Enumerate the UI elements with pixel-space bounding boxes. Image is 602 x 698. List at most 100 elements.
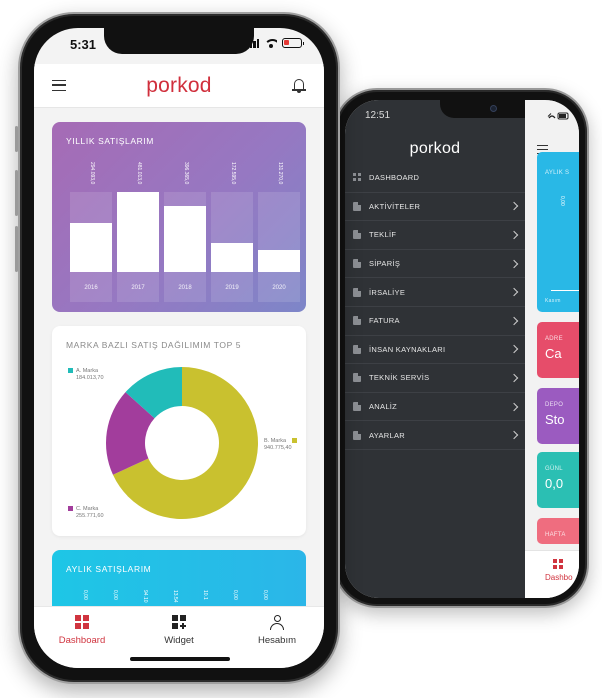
- drawer-menu-item[interactable]: İRSALİYE: [345, 278, 525, 307]
- monthly-sales-title: AYLIK SATIŞLARIM: [66, 564, 152, 574]
- drawer-menu-label: İRSALİYE: [369, 287, 406, 297]
- back-nav-label[interactable]: Dashbo: [545, 573, 573, 582]
- chevron-right-icon: [509, 316, 519, 326]
- drawer-menu-label: SİPARİŞ: [369, 259, 401, 269]
- notification-bell-icon[interactable]: [292, 78, 306, 93]
- drawer-menu-label: DASHBOARD: [369, 173, 420, 183]
- back-summary-card[interactable]: GÜNL 0,0: [537, 452, 579, 508]
- brand-distribution-card[interactable]: MARKA BAZLI SATIŞ DAĞILIMIM TOP 5 A. Mar…: [52, 326, 306, 536]
- back-summary-card[interactable]: DEPO Sto: [537, 388, 579, 444]
- top-app-bar: porkod: [34, 64, 324, 108]
- dashboard-icon: [75, 615, 89, 629]
- back-card-sub-value: 0,00: [559, 196, 565, 206]
- drawer-menu-label: AKTİVİTELER: [369, 201, 421, 211]
- camera-icon: [490, 105, 497, 112]
- legend-b: B. Marka 940.775,40: [264, 438, 297, 452]
- monthly-value-label: 10.1: [202, 590, 208, 600]
- back-phone-screen: 12:51 porkod DASHBOARD AKTİVİTELER TEKLİF S…: [345, 100, 579, 598]
- home-indicator[interactable]: [130, 657, 230, 661]
- status-icons: [246, 38, 304, 48]
- drawer-menu-item[interactable]: DASHBOARD: [345, 164, 525, 193]
- drawer-menu-label: TEKLİF: [369, 230, 397, 240]
- yearly-sales-card[interactable]: YILLIK SATIŞLARIM 294.093,0 2016 481.013,0…: [52, 122, 306, 312]
- back-dashboard-peek: AYLIK S 0,00 Kasım ADRE Ca DEPO Sto GÜNL 0,0 HAFT…: [525, 100, 579, 598]
- yearly-bar-value-label: 172.595,0: [230, 162, 236, 185]
- back-phone-frame: 12:51 porkod DASHBOARD AKTİVİTELER TEKLİF S…: [333, 88, 589, 608]
- legend-b-value: 940.775,40: [264, 444, 292, 451]
- back-summary-card[interactable]: HAFTA: [537, 518, 579, 544]
- back-summary-card[interactable]: ADRE Ca: [537, 322, 579, 378]
- yearly-bar[interactable]: [70, 223, 112, 272]
- document-icon: [353, 201, 361, 211]
- yearly-bar-value-label: 131.270,0: [277, 162, 283, 185]
- drawer-menu-label: İNSAN KAYNAKLARI: [369, 344, 446, 354]
- signal-icon: [246, 38, 259, 48]
- dashboard-icon: [553, 559, 563, 569]
- yearly-bar[interactable]: [164, 206, 206, 272]
- yearly-sales-chart: 294.093,0 2016 481.013,0 2017 396.365,0 2018 1…: [70, 162, 300, 302]
- document-icon: [353, 230, 361, 240]
- back-status-icons: [547, 112, 571, 123]
- back-summary-card[interactable]: AYLIK S 0,00 Kasım: [537, 152, 579, 312]
- drawer-menu-label: ANALİZ: [369, 402, 398, 412]
- chevron-right-icon: [509, 287, 519, 297]
- widget-add-icon: [172, 615, 186, 629]
- drawer-menu-item[interactable]: TEKLİF: [345, 221, 525, 250]
- legend-b-swatch: [291, 438, 297, 444]
- back-status-time: 12:51: [365, 110, 391, 121]
- drawer-menu-item[interactable]: ANALİZ: [345, 393, 525, 422]
- back-card-value: Sto: [545, 412, 565, 427]
- yearly-bar-value-label: 396.365,0: [183, 162, 189, 185]
- app-logo: porkod: [146, 74, 212, 97]
- chevron-right-icon: [509, 259, 519, 268]
- drawer-menu-item[interactable]: SİPARİŞ: [345, 250, 525, 279]
- yearly-bar[interactable]: [211, 243, 253, 272]
- back-card-title: HAFTA: [545, 532, 566, 538]
- yearly-bar-year-label: 2020: [272, 285, 286, 291]
- yearly-bar-year-label: 2018: [178, 285, 192, 291]
- yearly-bar[interactable]: [117, 192, 159, 272]
- document-icon: [353, 344, 361, 354]
- monthly-value-label: 0,00: [232, 590, 238, 600]
- front-phone-frame: 5:31 porkod YILLIK SATIŞLARIM 294.093,0 2…: [15, 12, 340, 684]
- status-time: 5:31: [70, 37, 97, 52]
- yearly-bar-value-label: 481.013,0: [136, 162, 142, 185]
- battery-icon: [282, 38, 304, 48]
- back-card-footer: Kasım: [545, 298, 561, 304]
- mute-switch: [15, 126, 18, 152]
- yearly-bar-value-label: 294.093,0: [89, 162, 95, 185]
- legend-b-name: B. Marka: [264, 438, 287, 444]
- chevron-right-icon: [509, 230, 519, 240]
- monthly-value-label: 0,00: [112, 590, 118, 600]
- document-icon: [353, 259, 361, 269]
- monthly-sales-card[interactable]: AYLIK SATIŞLARIM 0,00 0,00 94.10 13.54 10.1 0…: [52, 550, 306, 610]
- drawer-menu-item[interactable]: İNSAN KAYNAKLARI: [345, 336, 525, 365]
- yearly-bar[interactable]: [258, 250, 300, 272]
- yearly-bar-year-label: 2016: [84, 285, 98, 291]
- yearly-sales-title: YILLIK SATIŞLARIM: [66, 136, 154, 146]
- drawer-menu-item[interactable]: FATURA: [345, 307, 525, 336]
- monthly-value-label: 0,00: [82, 590, 88, 600]
- document-icon: [353, 316, 361, 326]
- document-icon: [353, 402, 361, 412]
- back-bottom-nav: Dashbo: [525, 550, 579, 598]
- nav-dashboard-label: Dashboard: [58, 635, 106, 646]
- legend-a: A. Marka 184.013,70: [68, 368, 104, 382]
- chevron-right-icon: [509, 202, 519, 211]
- back-card-title: AYLIK S: [545, 170, 570, 176]
- bottom-navigation: Dashboard Widget Hesabım: [34, 606, 324, 668]
- user-icon: [270, 615, 284, 630]
- document-icon: [353, 430, 361, 440]
- dashboard-icon: [353, 173, 361, 183]
- monthly-value-label: 94.10: [142, 590, 148, 603]
- drawer-menu-item[interactable]: TEKNİK SERVİS: [345, 364, 525, 393]
- brand-donut-chart: [105, 367, 259, 519]
- legend-c: C. Marka 255.771,60: [68, 506, 104, 520]
- legend-c-value: 255.771,60: [76, 512, 104, 519]
- drawer-menu-item[interactable]: AYARLAR: [345, 421, 525, 450]
- monthly-value-label: 0,00: [262, 590, 268, 600]
- chevron-right-icon: [509, 402, 519, 411]
- chevron-right-icon: [509, 345, 519, 354]
- back-card-value: Ca: [545, 346, 562, 361]
- drawer-menu-item[interactable]: AKTİVİTELER: [345, 193, 525, 222]
